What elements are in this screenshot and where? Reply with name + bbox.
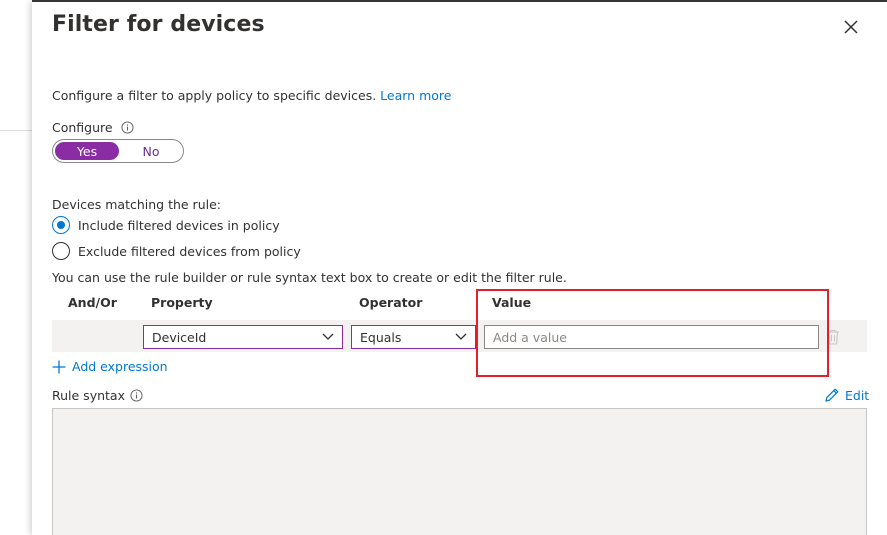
radio-exclude-filtered[interactable]: Exclude filtered devices from policy [52,242,301,260]
radio-include-label: Include filtered devices in policy [78,217,280,233]
chevron-down-icon [455,333,467,340]
rule-syntax-label: Rule syntax [52,388,143,403]
radio-button-checked[interactable] [52,216,70,234]
background-page [0,0,32,535]
rule-syntax-label-text: Rule syntax [52,388,125,403]
operator-dropdown[interactable]: Equals [351,325,476,349]
plus-icon [52,360,66,373]
background-divider [0,130,32,131]
add-expression-button[interactable]: Add expression [52,359,168,374]
close-button[interactable] [840,16,862,38]
description-text: Configure a filter to apply policy to sp… [52,88,377,103]
property-dropdown[interactable]: DeviceId [143,325,343,349]
panel-description: Configure a filter to apply policy to sp… [52,88,451,103]
rule-builder-hint: You can use the rule builder or rule syn… [52,270,567,285]
radio-include-filtered[interactable]: Include filtered devices in policy [52,216,280,234]
value-column-highlight [476,289,829,377]
info-icon[interactable] [121,121,134,134]
pencil-icon [825,388,839,402]
chevron-down-icon [322,333,334,340]
radio-button-unchecked[interactable] [52,242,70,260]
info-icon[interactable] [130,389,143,402]
column-header-and-or: And/Or [68,295,117,310]
edit-button[interactable]: Edit [824,387,869,403]
matching-rule-label: Devices matching the rule: [52,197,221,212]
edit-label: Edit [845,387,870,403]
panel-title: Filter for devices [52,12,265,37]
operator-dropdown-value: Equals [360,329,402,345]
configure-toggle[interactable]: Yes No [52,139,184,163]
configure-yes-option[interactable]: Yes [55,142,119,160]
configure-label: Configure [52,120,134,135]
configure-no-option[interactable]: No [119,140,183,162]
column-header-property: Property [151,295,213,310]
add-expression-label: Add expression [72,359,168,374]
column-header-operator: Operator [359,295,423,310]
close-icon [844,20,858,34]
filter-panel: Filter for devices Configure a filter to… [32,2,887,535]
property-dropdown-value: DeviceId [152,329,207,345]
rule-syntax-textbox[interactable] [52,408,867,535]
radio-exclude-label: Exclude filtered devices from policy [78,243,301,259]
configure-label-text: Configure [52,120,113,135]
learn-more-link[interactable]: Learn more [380,88,451,103]
